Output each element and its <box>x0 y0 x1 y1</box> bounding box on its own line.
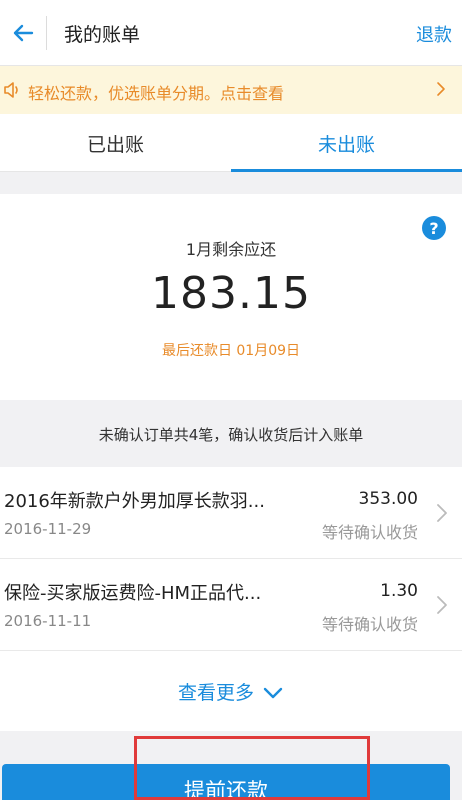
amount-due: 183.15 <box>151 268 311 319</box>
order-amount: 1.30 <box>380 581 418 601</box>
order-date: 2016-11-11 <box>4 612 92 630</box>
chevron-right-icon <box>437 504 447 522</box>
order-amount: 353.00 <box>358 489 418 509</box>
active-tab-indicator <box>231 169 462 172</box>
tab-billed-label: 已出账 <box>86 133 144 156</box>
notice-text: 轻松还款，优选账单分期。点击查看 <box>28 84 285 103</box>
refund-button[interactable]: 退款 <box>416 21 452 47</box>
page-title: 我的账单 <box>64 24 141 46</box>
tab-unbilled[interactable]: 未出账 <box>231 114 462 172</box>
due-date: 最后还款日 01月09日 <box>161 343 301 359</box>
speaker-icon <box>4 82 18 98</box>
chevron-right-icon <box>437 82 445 96</box>
tab-unbilled-label: 未出账 <box>317 133 375 156</box>
bill-summary-card: ? 1月剩余应还 183.15 最后还款日 01月09日 <box>0 194 462 400</box>
unconfirmed-orders-text: 未确认订单共4笔，确认收货后计入账单 <box>98 426 364 444</box>
period-label: 1月剩余应还 <box>185 240 277 259</box>
order-status: 等待确认收货 <box>321 523 418 542</box>
orders-list: 2016年新款户外男加厚长款羽... 2016-11-29 353.00 等待确… <box>0 467 462 731</box>
tab-billed[interactable]: 已出账 <box>0 114 231 172</box>
order-name: 2016年新款户外男加厚长款羽... <box>4 491 265 512</box>
view-more-button[interactable]: 查看更多 <box>0 651 462 731</box>
list-item[interactable]: 2016年新款户外男加厚长款羽... 2016-11-29 353.00 等待确… <box>0 467 462 559</box>
header-divider <box>46 16 47 50</box>
list-item[interactable]: 保险-买家版运费险-HM正品代... 2016-11-11 1.30 等待确认收… <box>0 559 462 651</box>
order-name: 保险-买家版运费险-HM正品代... <box>4 583 262 604</box>
order-status: 等待确认收货 <box>321 615 418 634</box>
chevron-right-icon <box>437 596 447 614</box>
chevron-down-icon <box>263 687 283 699</box>
bill-tabs: 已出账 未出账 <box>0 114 462 172</box>
back-button[interactable] <box>0 12 46 54</box>
highlight-box <box>134 736 370 800</box>
order-date: 2016-11-29 <box>4 520 92 538</box>
view-more-label: 查看更多 <box>177 681 254 704</box>
arrow-left-icon <box>13 24 34 42</box>
app-header: 我的账单 退款 <box>0 0 462 66</box>
notice-banner[interactable]: 轻松还款，优选账单分期。点击查看 <box>0 66 462 114</box>
